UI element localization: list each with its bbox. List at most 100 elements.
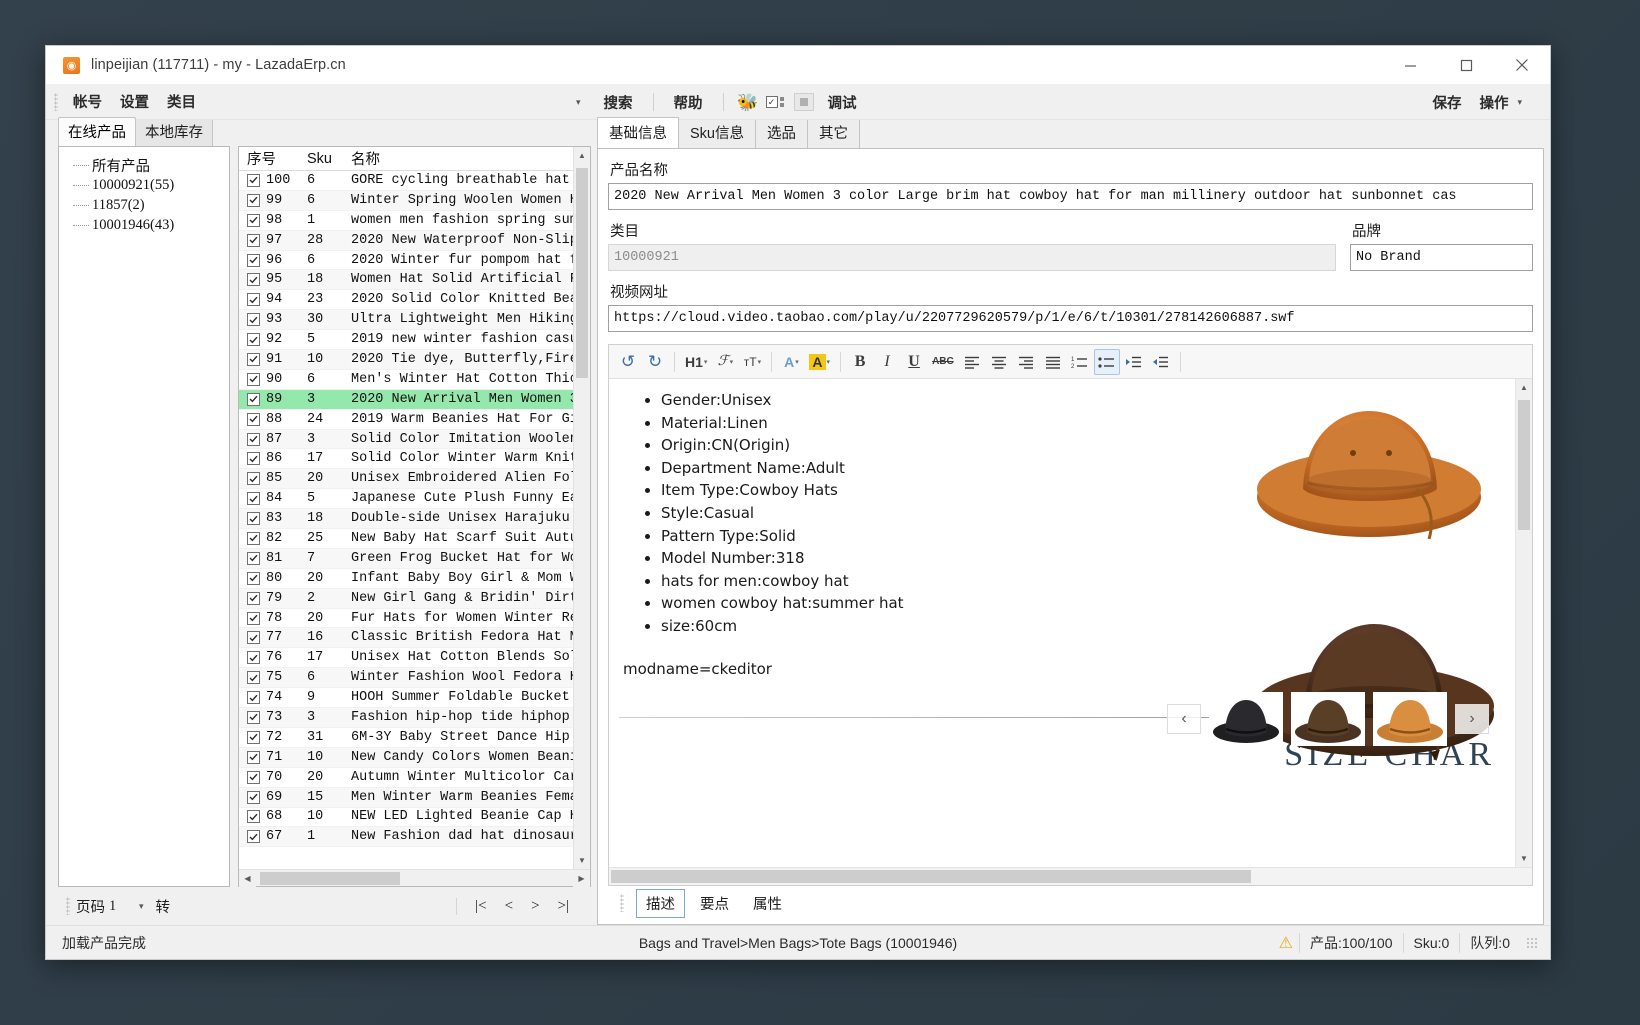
menu-help[interactable]: 帮助	[665, 92, 712, 113]
row-checkbox[interactable]	[247, 432, 260, 446]
chevron-down-icon[interactable]: ▾	[576, 97, 581, 108]
table-row[interactable]: 88 24 2019 Warm Beanies Hat For Gi	[239, 410, 573, 430]
row-checkbox[interactable]	[247, 193, 260, 207]
chevron-down-icon-operate[interactable]: ▾	[1517, 97, 1522, 108]
undo-icon[interactable]: ↺	[615, 349, 641, 375]
table-row[interactable]: 68 10 NEW LED Lighted Beanie Cap H	[239, 808, 573, 828]
row-checkbox[interactable]	[247, 571, 260, 585]
row-checkbox[interactable]	[247, 671, 260, 685]
table-row[interactable]: 86 17 Solid Color Winter Warm Knit	[239, 449, 573, 470]
editor-scroll-up-icon[interactable]: ▲	[1516, 379, 1532, 396]
tab-description[interactable]: 描述	[636, 888, 685, 918]
save-button[interactable]: 保存	[1423, 92, 1470, 113]
thumbnail-2[interactable]	[1291, 692, 1365, 746]
tree-item-10001946[interactable]: 10001946(43)	[63, 215, 225, 235]
table-row[interactable]: 82 25 New Baby Hat Scarf Suit Autu	[239, 529, 573, 549]
tree-item-all-products[interactable]: 所有产品	[63, 155, 225, 175]
editor-scroll-track[interactable]	[1516, 396, 1532, 850]
editor-content-area[interactable]: Gender:UnisexMaterial:LinenOrigin:CN(Ori…	[609, 379, 1515, 867]
table-row[interactable]: 72 31 6M-3Y Baby Street Dance Hip	[239, 728, 573, 748]
last-page-button[interactable]: >|	[558, 898, 569, 915]
tab-key-points[interactable]: 要点	[691, 890, 738, 917]
hscroll-thumb[interactable]	[260, 871, 400, 885]
row-checkbox[interactable]	[247, 492, 260, 506]
stop-icon[interactable]	[791, 90, 817, 114]
row-checkbox[interactable]	[247, 790, 260, 804]
checklist-icon[interactable]: ✓	[763, 90, 789, 114]
align-center-icon[interactable]	[986, 349, 1012, 375]
scroll-right-icon[interactable]: ▶	[573, 869, 590, 887]
table-row[interactable]: 71 10 New Candy Colors Women Beani	[239, 747, 573, 768]
gallery-prev-button[interactable]: ‹	[1167, 704, 1201, 734]
tab-sku-info[interactable]: Sku信息	[678, 117, 756, 148]
align-left-icon[interactable]	[959, 349, 985, 375]
menu-settings[interactable]: 设置	[111, 91, 158, 112]
editor-hscroll-thumb[interactable]	[611, 870, 1251, 883]
bee-icon[interactable]: 🐝	[735, 90, 761, 114]
row-checkbox[interactable]	[247, 472, 260, 486]
table-row[interactable]: 96 6 2020 Winter fur pompom hat f	[239, 251, 573, 271]
scroll-down-icon[interactable]: ▼	[574, 852, 590, 869]
menu-category[interactable]: 类目	[158, 91, 205, 112]
scroll-left-icon[interactable]: ◀	[239, 869, 256, 887]
table-row[interactable]: 73 3 Fashion hip-hop tide hiphop	[239, 708, 573, 728]
row-checkbox[interactable]	[247, 233, 260, 247]
gallery-next-button[interactable]: ›	[1455, 704, 1489, 734]
table-row[interactable]: 80 20 Infant Baby Boy Girl & Mom W	[239, 569, 573, 589]
table-row[interactable]: 74 9 HOOH Summer Foldable Bucket	[239, 688, 573, 709]
align-right-icon[interactable]	[1013, 349, 1039, 375]
column-header-sku[interactable]: Sku	[307, 151, 351, 167]
tree-item-10000921[interactable]: 10000921(55)	[63, 175, 225, 195]
unordered-list-icon[interactable]	[1093, 348, 1120, 375]
grid-vertical-scrollbar[interactable]: ▲ ▼	[573, 147, 590, 869]
resize-grip[interactable]	[1526, 936, 1538, 949]
video-url-input[interactable]: https://cloud.video.taobao.com/play/u/22…	[608, 305, 1533, 332]
menu-debug[interactable]: 调试	[819, 92, 866, 113]
pager-grip[interactable]	[66, 897, 70, 915]
row-checkbox[interactable]	[247, 352, 260, 366]
row-checkbox[interactable]	[247, 730, 260, 744]
table-row[interactable]: 89 3 2020 New Arrival Men Women 3	[239, 389, 573, 410]
italic-icon[interactable]: I	[874, 349, 900, 375]
bottom-tabs-grip[interactable]	[620, 894, 624, 912]
column-header-name[interactable]: 名称	[351, 148, 573, 169]
indent-icon[interactable]	[1121, 349, 1147, 375]
row-checkbox[interactable]	[247, 810, 260, 824]
row-checkbox[interactable]	[247, 333, 260, 347]
row-checkbox[interactable]	[247, 691, 260, 705]
table-row[interactable]: 99 6 Winter Spring Woolen Women H	[239, 190, 573, 211]
font-size-dropdown[interactable]: тT ▾	[739, 349, 765, 375]
table-row[interactable]: 76 17 Unisex Hat Cotton Blends Sol	[239, 648, 573, 669]
tab-selection[interactable]: 选品	[755, 117, 808, 148]
tab-basic-info[interactable]: 基础信息	[597, 117, 679, 148]
row-checkbox[interactable]	[247, 710, 260, 724]
prev-page-button[interactable]: <	[505, 898, 513, 915]
row-checkbox[interactable]	[247, 392, 260, 406]
row-checkbox[interactable]	[247, 512, 260, 526]
toolbar-grip[interactable]	[54, 92, 58, 111]
row-checkbox[interactable]	[247, 770, 260, 784]
table-row[interactable]: 90 6 Men's Winter Hat Cotton Thic	[239, 370, 573, 390]
table-row[interactable]: 95 18 Women Hat Solid Artificial F	[239, 270, 573, 291]
row-checkbox[interactable]	[247, 631, 260, 645]
editor-scroll-thumb[interactable]	[1518, 400, 1530, 530]
row-checkbox[interactable]	[247, 591, 260, 605]
tab-local-inventory[interactable]: 本地库存	[135, 117, 213, 146]
editor-horizontal-scrollbar[interactable]	[609, 867, 1532, 885]
row-checkbox[interactable]	[247, 551, 260, 565]
table-row[interactable]: 81 7 Green Frog Bucket Hat for Wo	[239, 548, 573, 569]
table-row[interactable]: 79 2 New Girl Gang & Bridin' Dirt	[239, 588, 573, 609]
strikethrough-icon[interactable]: ABC	[928, 349, 958, 375]
table-row[interactable]: 78 20 Fur Hats for Women Winter Re	[239, 609, 573, 629]
product-name-input[interactable]: 2020 New Arrival Men Women 3 color Large…	[608, 183, 1533, 210]
grid-horizontal-scrollbar[interactable]: ◀ ▶	[239, 869, 590, 887]
chevron-down-icon-page[interactable]: ▾	[139, 901, 144, 912]
row-checkbox[interactable]	[247, 293, 260, 307]
row-checkbox[interactable]	[247, 750, 260, 764]
row-checkbox[interactable]	[247, 452, 260, 466]
table-row[interactable]: 77 16 Classic British Fedora Hat M	[239, 628, 573, 649]
tab-online-products[interactable]: 在线产品	[58, 117, 136, 146]
table-row[interactable]: 70 20 Autumn Winter Multicolor Car	[239, 768, 573, 788]
row-checkbox[interactable]	[247, 273, 260, 287]
bold-icon[interactable]: B	[847, 349, 873, 375]
